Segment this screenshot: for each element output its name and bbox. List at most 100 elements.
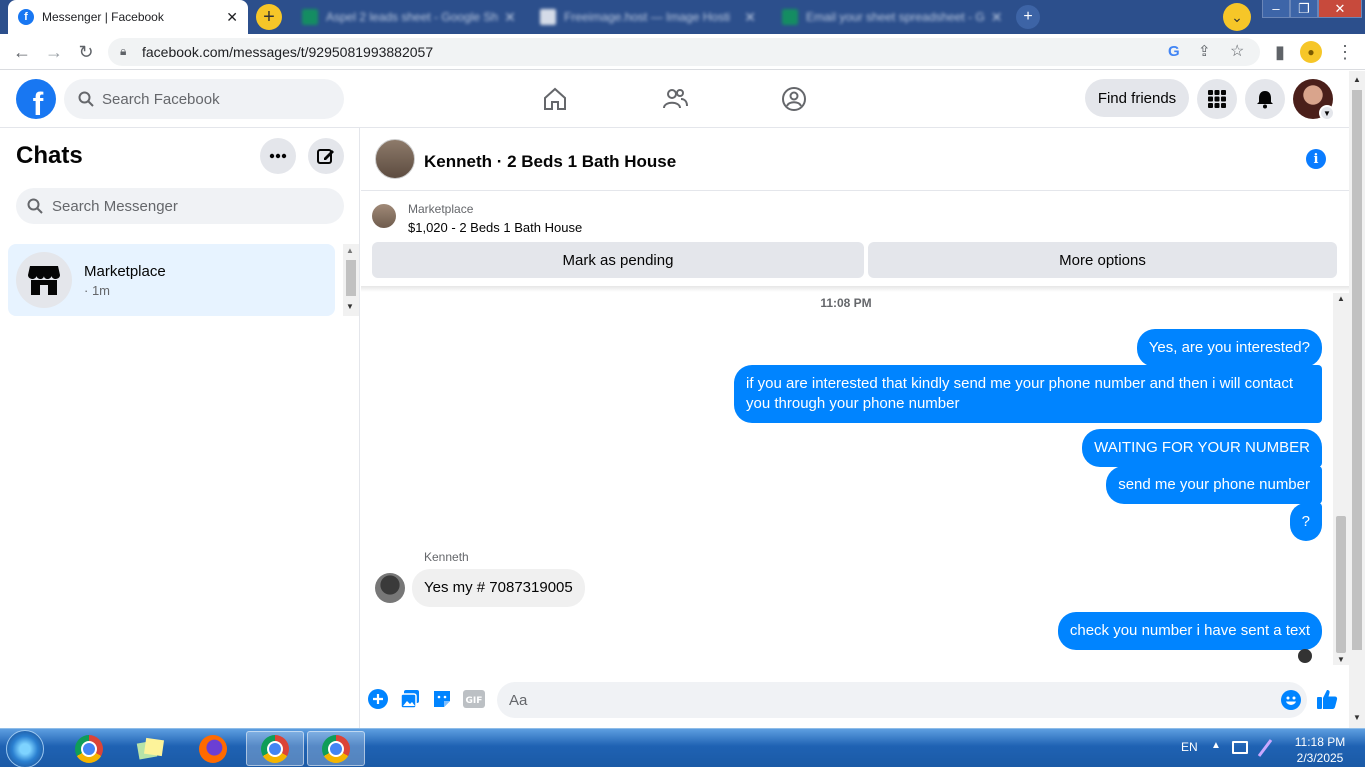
page-favicon-icon bbox=[540, 9, 556, 25]
menu-kebab-icon[interactable]: ⋮ bbox=[1333, 40, 1357, 64]
messenger-search-input[interactable]: Search Messenger bbox=[16, 188, 344, 224]
outgoing-message[interactable]: ? bbox=[1289, 503, 1322, 541]
outgoing-message[interactable]: WAITING FOR YOUR NUMBER bbox=[1082, 429, 1322, 467]
sender-avatar[interactable] bbox=[375, 573, 405, 603]
address-bar[interactable]: 🔒︎ facebook.com/messages/t/9295081993882… bbox=[108, 38, 1260, 66]
thumbs-up-icon[interactable] bbox=[1316, 688, 1338, 710]
outgoing-message[interactable]: check you number i have sent a text bbox=[1057, 612, 1322, 650]
share-icon[interactable]: ⇪ bbox=[1198, 42, 1211, 60]
side-panel-icon[interactable]: ▮ bbox=[1268, 40, 1292, 64]
input-placeholder: Aa bbox=[509, 691, 528, 709]
svg-text:GIF: GIF bbox=[466, 696, 483, 706]
start-button[interactable] bbox=[6, 730, 44, 767]
close-window-button[interactable]: ✕ bbox=[1318, 0, 1362, 18]
clock-date: 2/3/2025 bbox=[1296, 751, 1344, 765]
taskbar-chrome-window[interactable] bbox=[246, 731, 304, 766]
photo-icon[interactable] bbox=[399, 688, 421, 710]
facebook-favicon-icon: f bbox=[18, 9, 34, 25]
profile-icon[interactable]: ● bbox=[1300, 41, 1322, 63]
taskbar-chrome[interactable] bbox=[60, 731, 118, 766]
google-lens-icon[interactable]: G bbox=[1168, 43, 1180, 60]
taskbar-sticky-notes[interactable] bbox=[122, 731, 180, 766]
groups-icon[interactable] bbox=[780, 85, 808, 113]
new-tab-button[interactable]: + bbox=[256, 4, 282, 30]
scrollbar-thumb[interactable] bbox=[1352, 90, 1362, 650]
tab-sheets-email[interactable]: Email your sheet spreadsheet - G ✕ bbox=[772, 0, 1008, 34]
windows-taskbar: EN ▲ 11:18 PM 2/3/2025 bbox=[0, 728, 1365, 767]
chat-name: Marketplace bbox=[84, 263, 166, 280]
message-timestamp: 11:08 PM bbox=[820, 296, 872, 310]
scroll-up-icon[interactable]: ▲ bbox=[346, 246, 354, 255]
back-arrow-icon[interactable]: ← bbox=[10, 40, 34, 64]
menu-grid-icon[interactable] bbox=[1197, 79, 1237, 119]
close-tab-icon[interactable]: ✕ bbox=[738, 9, 756, 26]
listing-thumbnail bbox=[372, 204, 396, 228]
info-icon[interactable]: i bbox=[1306, 149, 1326, 169]
pen-icon[interactable] bbox=[1257, 738, 1273, 758]
close-tab-icon[interactable]: ✕ bbox=[498, 9, 516, 26]
tab-search-chevron-icon[interactable]: ⌄ bbox=[1223, 3, 1251, 31]
conversation-title[interactable]: Kenneth · 2 Beds 1 Bath House bbox=[424, 152, 676, 172]
chat-list-item[interactable]: Marketplace · 1m bbox=[8, 244, 335, 316]
scroll-down-icon[interactable]: ▼ bbox=[346, 302, 354, 311]
chrome-icon bbox=[322, 734, 350, 763]
conversation-avatar[interactable] bbox=[375, 139, 415, 179]
gif-icon[interactable]: GIF bbox=[463, 688, 485, 710]
new-message-icon[interactable] bbox=[308, 138, 344, 174]
scroll-down-icon[interactable]: ▼ bbox=[1337, 655, 1345, 664]
close-tab-icon[interactable]: ✕ bbox=[985, 9, 1003, 26]
tray-expand-icon[interactable]: ▲ bbox=[1211, 740, 1221, 751]
new-tab-plus-icon[interactable]: + bbox=[1016, 5, 1040, 29]
outgoing-message[interactable]: if you are interested that kindly send m… bbox=[734, 365, 1322, 423]
close-tab-icon[interactable]: ✕ bbox=[220, 9, 238, 26]
search-placeholder: Search Facebook bbox=[102, 90, 220, 108]
scrollbar-thumb[interactable] bbox=[1336, 516, 1346, 653]
listing-price-title[interactable]: $1,020 - 2 Beds 1 Bath House bbox=[408, 220, 582, 235]
friends-icon[interactable] bbox=[661, 85, 689, 113]
chrome-icon bbox=[75, 734, 103, 763]
forward-arrow-icon[interactable]: → bbox=[42, 40, 66, 64]
minimize-button[interactable]: – bbox=[1262, 0, 1290, 18]
more-options-button[interactable]: More options bbox=[868, 242, 1337, 278]
tab-messenger[interactable]: f Messenger | Facebook ✕ bbox=[8, 0, 248, 34]
scroll-up-icon[interactable]: ▲ bbox=[1337, 294, 1345, 303]
outgoing-message[interactable]: send me your phone number bbox=[1106, 466, 1322, 504]
sidebar-scrollbar[interactable]: ▲ ▼ bbox=[343, 244, 359, 316]
more-options-icon[interactable] bbox=[260, 138, 296, 174]
home-icon[interactable] bbox=[541, 85, 569, 113]
network-icon[interactable] bbox=[1232, 741, 1248, 754]
system-clock[interactable]: 11:18 PM 2/3/2025 bbox=[1282, 734, 1358, 766]
taskbar-chrome-window[interactable] bbox=[307, 731, 365, 766]
chrome-icon bbox=[261, 734, 289, 763]
notifications-bell-icon[interactable] bbox=[1245, 79, 1285, 119]
tab-title: Messenger | Facebook bbox=[42, 10, 164, 24]
chevron-down-icon[interactable]: ▼ bbox=[1319, 105, 1335, 121]
bookmark-star-icon[interactable]: ☆ bbox=[1230, 41, 1244, 61]
seen-indicator-avatar bbox=[1298, 649, 1312, 663]
language-indicator[interactable]: EN bbox=[1181, 740, 1198, 754]
mark-as-pending-button[interactable]: Mark as pending bbox=[372, 242, 864, 278]
search-icon bbox=[27, 198, 43, 214]
reload-icon[interactable]: ↻ bbox=[74, 40, 98, 64]
sticker-icon[interactable] bbox=[431, 688, 453, 710]
add-plus-icon[interactable] bbox=[367, 688, 389, 710]
tab-sheets[interactable]: Aspel 2 leads sheet - Google Sh ✕ bbox=[292, 0, 524, 34]
facebook-search-input[interactable]: Search Facebook bbox=[64, 79, 344, 119]
maximize-button[interactable]: ❐ bbox=[1290, 0, 1318, 18]
listing-source: Marketplace bbox=[408, 202, 474, 216]
tab-title: Aspel 2 leads sheet - Google Sh bbox=[326, 10, 499, 24]
emoji-icon[interactable] bbox=[1281, 690, 1301, 710]
message-input[interactable]: Aa bbox=[497, 682, 1307, 718]
taskbar-firefox[interactable] bbox=[184, 731, 242, 766]
sticky-notes-icon bbox=[136, 737, 165, 759]
chats-sidebar: Chats Search Messenger Marketplace · 1m … bbox=[0, 128, 360, 728]
scroll-down-icon[interactable]: ▼ bbox=[1353, 713, 1361, 722]
facebook-header: f Search Facebook Find friends ▼ bbox=[0, 71, 1349, 128]
outgoing-message[interactable]: Yes, are you interested? bbox=[1136, 329, 1322, 367]
find-friends-button[interactable]: Find friends bbox=[1085, 79, 1189, 117]
incoming-message[interactable]: Yes my # 7087319005 bbox=[412, 569, 585, 607]
tab-freeimage[interactable]: Freeimage.host — Image Hosti ✕ bbox=[530, 0, 766, 34]
scrollbar-thumb[interactable] bbox=[346, 260, 356, 296]
scroll-up-icon[interactable]: ▲ bbox=[1353, 75, 1361, 84]
facebook-logo-icon[interactable]: f bbox=[16, 79, 56, 119]
